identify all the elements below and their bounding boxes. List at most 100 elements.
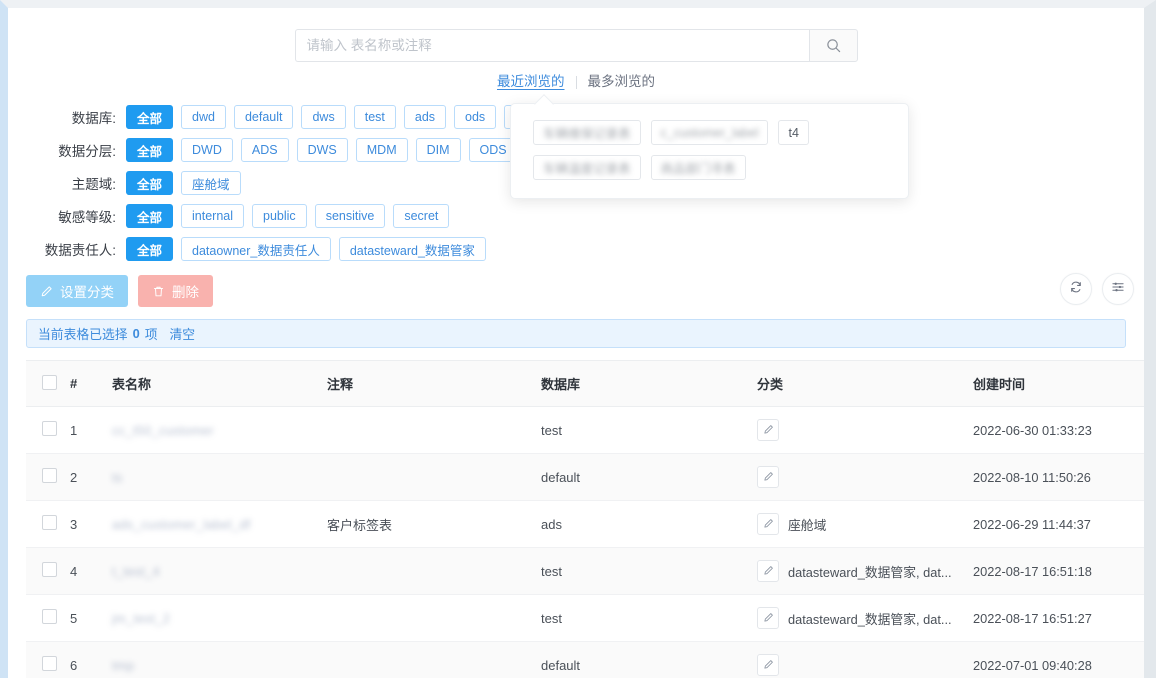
edit-category-button[interactable] <box>757 419 779 441</box>
pencil-icon <box>763 611 774 626</box>
row-index: 2 <box>70 454 112 501</box>
filter-tag-database-all[interactable]: 全部 <box>126 105 173 129</box>
selection-prefix: 当前表格已选择 <box>38 324 128 343</box>
filter-row-sensitivity: 敏感等级: 全部 internal public sensitive secre… <box>8 204 1144 228</box>
row-table-name[interactable]: ads_customer_label_df <box>112 517 251 532</box>
tab-most-viewed[interactable]: 最多浏览的 <box>577 73 667 91</box>
recent-table-chip[interactable]: 车辆温度记录表 <box>533 155 641 180</box>
select-all-checkbox[interactable] <box>42 375 57 390</box>
recent-table-chip[interactable]: 车辆维保记录表 <box>533 120 641 145</box>
sliders-icon <box>1111 280 1125 299</box>
recent-table-chip[interactable]: c_customer_label <box>651 120 769 145</box>
row-checkbox[interactable] <box>42 515 57 530</box>
row-database: ads <box>541 501 757 548</box>
edit-category-button[interactable] <box>757 607 779 629</box>
edit-category-button[interactable] <box>757 513 779 535</box>
row-table-name-cell: ts <box>112 454 327 501</box>
edit-category-button[interactable] <box>757 466 779 488</box>
tab-recently-viewed[interactable]: 最近浏览的 <box>486 73 576 91</box>
filter-tag-database-test[interactable]: test <box>354 105 396 129</box>
row-create-time: 2022-08-17 16:51:18 <box>973 548 1156 595</box>
filter-tag-sensitivity-internal[interactable]: internal <box>181 204 244 228</box>
filter-label-sensitivity: 敏感等级: <box>8 206 126 226</box>
table-row[interactable]: 6 tmp default <box>26 642 1156 678</box>
selection-count: 0 <box>131 326 142 341</box>
recent-table-chip[interactable]: t4 <box>778 120 808 145</box>
tables-list: # 表名称 注释 数据库 分类 创建时间 1 cc_t50_customer <box>26 360 1126 678</box>
row-checkbox[interactable] <box>42 421 57 436</box>
edit-category-button[interactable] <box>757 560 779 582</box>
filter-tag-sensitivity-public[interactable]: public <box>252 204 307 228</box>
filter-tag-owner-all[interactable]: 全部 <box>126 237 173 261</box>
filter-tag-database-dws[interactable]: dws <box>301 105 345 129</box>
filter-tag-layer-ads[interactable]: ADS <box>241 138 289 162</box>
row-category: 座舱域 <box>788 515 826 534</box>
row-note <box>327 454 541 501</box>
row-category-cell <box>757 407 973 454</box>
table-body: 1 cc_t50_customer test <box>26 407 1156 678</box>
recent-table-label: 商品部门寻表 <box>661 158 736 177</box>
recently-viewed-panel: 车辆维保记录表 c_customer_label t4 车辆温度记录表 商品部门… <box>510 103 909 199</box>
row-database: default <box>541 454 757 501</box>
search-icon <box>826 38 841 53</box>
filter-tag-layer-dim[interactable]: DIM <box>416 138 461 162</box>
filter-tag-layer-dws[interactable]: DWS <box>297 138 348 162</box>
row-create-time: 2022-08-17 16:51:27 <box>973 595 1156 642</box>
table-row[interactable]: 5 jm_test_2 test datastewa <box>26 595 1156 642</box>
search-button[interactable] <box>809 29 858 62</box>
table-row[interactable]: 3 ads_customer_label_df 客户标签表 ads <box>26 501 1156 548</box>
edit-category-button[interactable] <box>757 654 779 676</box>
refresh-button[interactable] <box>1060 273 1092 305</box>
table-tools <box>1060 273 1134 305</box>
row-checkbox[interactable] <box>42 609 57 624</box>
row-table-name[interactable]: t_test_4 <box>112 564 160 579</box>
column-settings-button[interactable] <box>1102 273 1134 305</box>
table-header-row: # 表名称 注释 数据库 分类 创建时间 <box>26 361 1156 407</box>
filter-tag-domain-all[interactable]: 全部 <box>126 171 173 195</box>
row-category: datasteward_数据管家, dat... <box>788 562 952 581</box>
clear-selection-link[interactable]: 清空 <box>170 324 196 343</box>
header-database: 数据库 <box>541 361 757 407</box>
set-category-button[interactable]: 设置分类 <box>26 275 128 307</box>
row-checkbox[interactable] <box>42 562 57 577</box>
filter-tag-owner-datasteward[interactable]: datasteward_数据管家 <box>339 237 486 261</box>
row-index: 5 <box>70 595 112 642</box>
table-row[interactable]: 1 cc_t50_customer test <box>26 407 1156 454</box>
row-note <box>327 548 541 595</box>
row-category-cell: datasteward_数据管家, dat... <box>757 595 973 642</box>
row-table-name[interactable]: jm_test_2 <box>112 611 170 626</box>
filter-label-domain: 主题域: <box>8 173 126 193</box>
row-select-cell <box>26 454 70 501</box>
delete-button[interactable]: 删除 <box>138 275 213 307</box>
filter-tag-domain-cockpit[interactable]: 座舱域 <box>181 171 241 195</box>
row-checkbox[interactable] <box>42 468 57 483</box>
refresh-icon <box>1069 280 1083 299</box>
filter-tag-database-ads[interactable]: ads <box>404 105 446 129</box>
row-table-name[interactable]: cc_t50_customer <box>112 423 214 438</box>
filter-tag-owner-dataowner[interactable]: dataowner_数据责任人 <box>181 237 331 261</box>
row-table-name[interactable]: ts <box>112 470 123 485</box>
table-row[interactable]: 2 ts default <box>26 454 1156 501</box>
recent-chip-rows: 车辆维保记录表 c_customer_label t4 车辆温度记录表 商品部门… <box>533 120 886 180</box>
filter-tag-sensitivity-all[interactable]: 全部 <box>126 204 173 228</box>
filter-tag-database-dwd[interactable]: dwd <box>181 105 226 129</box>
row-table-name-cell: t_test_4 <box>112 548 327 595</box>
search-area <box>8 8 1144 62</box>
filter-tags-domain: 全部 座舱域 <box>126 171 241 195</box>
filter-tag-layer-dwd[interactable]: DWD <box>181 138 233 162</box>
recent-table-label: 车辆维保记录表 <box>543 123 631 142</box>
recent-table-chip[interactable]: 商品部门寻表 <box>651 155 746 180</box>
filter-tag-sensitivity-sensitive[interactable]: sensitive <box>315 204 386 228</box>
row-category-cell <box>757 454 973 501</box>
filter-tag-layer-mdm[interactable]: MDM <box>356 138 408 162</box>
filter-tag-database-default[interactable]: default <box>234 105 294 129</box>
filter-tag-database-ods[interactable]: ods <box>454 105 496 129</box>
filter-tag-layer-all[interactable]: 全部 <box>126 138 173 162</box>
pencil-icon <box>763 470 774 485</box>
row-table-name[interactable]: tmp <box>112 658 134 673</box>
action-toolbar: 设置分类 删除 <box>8 274 1144 308</box>
row-checkbox[interactable] <box>42 656 57 671</box>
filter-tag-sensitivity-secret[interactable]: secret <box>393 204 449 228</box>
search-input[interactable] <box>295 29 809 62</box>
table-row[interactable]: 4 t_test_4 test datastewar <box>26 548 1156 595</box>
